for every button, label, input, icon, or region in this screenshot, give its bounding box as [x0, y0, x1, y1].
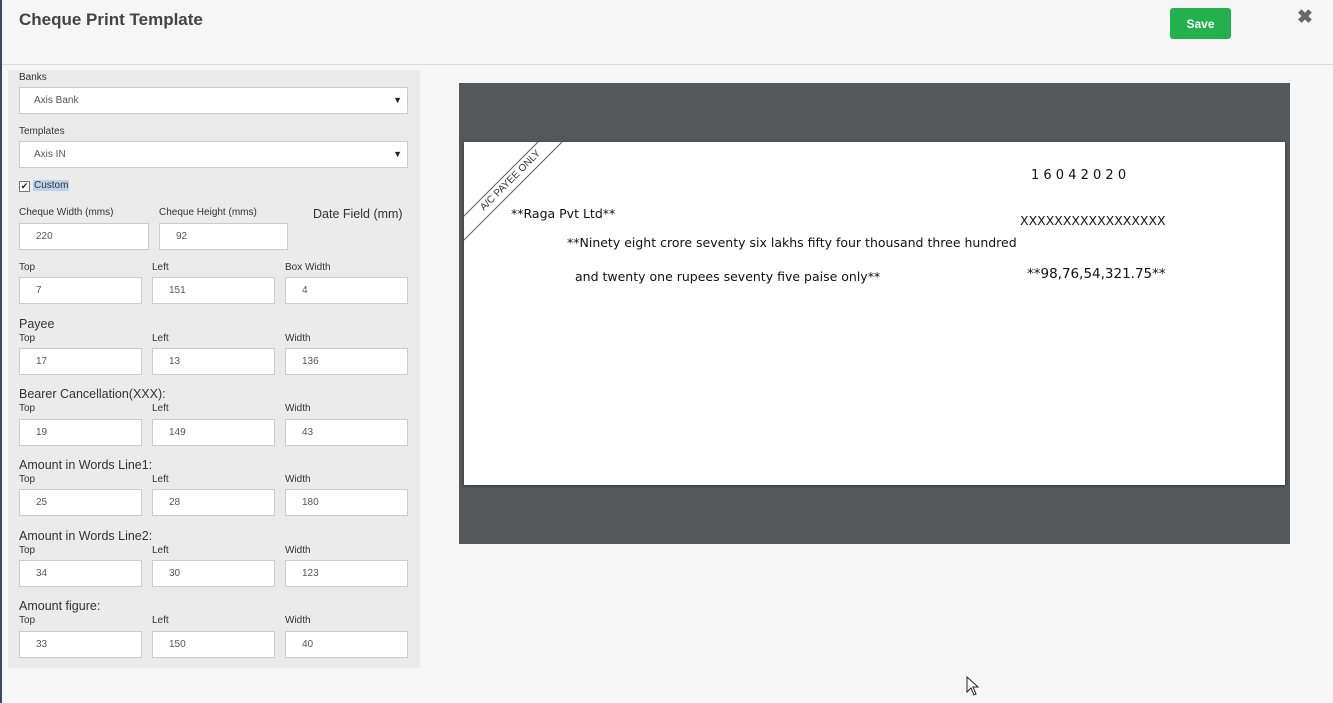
date-box-width-input[interactable]: 4: [285, 277, 408, 304]
caret-down-icon: ▼: [393, 149, 402, 159]
words-line2-width-label: Width: [285, 545, 311, 556]
bearer-width-label: Width: [285, 403, 311, 414]
modal-header: Cheque Print Template Save ✖: [2, 0, 1333, 65]
bearer-top-label: Top: [19, 403, 36, 414]
words-line1-top-input[interactable]: 25: [19, 489, 142, 516]
date-top-label: Top: [19, 262, 36, 273]
cheque-amount-words-line2: and twenty one rupees seventy five paise…: [575, 269, 881, 284]
cheque-height-input[interactable]: 92: [159, 223, 288, 250]
custom-label[interactable]: Custom: [33, 180, 70, 191]
cheque-bearer-cancellation: XXXXXXXXXXXXXXXXX: [1020, 213, 1166, 228]
amount-figure-top-input[interactable]: 33: [19, 631, 142, 658]
words-line1-left-label: Left: [152, 474, 169, 485]
save-button[interactable]: Save: [1170, 8, 1231, 39]
words-line2-left-label: Left: [152, 545, 169, 556]
words-line2-heading: Amount in Words Line2:: [19, 529, 153, 543]
caret-down-icon: ▼: [393, 95, 402, 105]
words-line1-top-label: Top: [19, 474, 36, 485]
amount-figure-heading: Amount figure:: [19, 599, 101, 613]
payee-width-label: Width: [285, 333, 311, 344]
bearer-heading: Bearer Cancellation(XXX):: [19, 387, 166, 401]
payee-top-label: Top: [19, 333, 36, 344]
custom-checkbox[interactable]: ✔: [19, 181, 30, 192]
payee-left-label: Left: [152, 333, 169, 344]
words-line1-left-input[interactable]: 28: [152, 489, 275, 516]
cheque-amount-figure: **98,76,54,321.75**: [1027, 266, 1166, 282]
close-icon[interactable]: ✖: [1295, 8, 1315, 28]
template-settings-panel: Banks Axis Bank ▼ Templates Axis IN ▼ ✔ …: [8, 70, 420, 668]
words-line2-top-label: Top: [19, 545, 36, 556]
window-edge: [0, 0, 2, 703]
payee-left-input[interactable]: 13: [152, 348, 275, 375]
banks-select[interactable]: Axis Bank ▼: [19, 87, 408, 114]
templates-select[interactable]: Axis IN ▼: [19, 141, 408, 168]
amount-figure-width-input[interactable]: 40: [285, 631, 408, 658]
bearer-left-input[interactable]: 149: [152, 419, 275, 446]
payee-heading: Payee: [19, 317, 55, 331]
words-line1-width-label: Width: [285, 474, 311, 485]
words-line2-left-input[interactable]: 30: [152, 560, 275, 587]
cheque-amount-words-line1: **Ninety eight crore seventy six lakhs f…: [567, 235, 1017, 250]
amount-figure-top-label: Top: [19, 615, 36, 626]
words-line2-top-input[interactable]: 34: [19, 560, 142, 587]
amount-figure-left-input[interactable]: 150: [152, 631, 275, 658]
payee-top-input[interactable]: 17: [19, 348, 142, 375]
bearer-top-input[interactable]: 19: [19, 419, 142, 446]
words-line1-heading: Amount in Words Line1:: [19, 458, 153, 472]
cheque-date: 1 6 0 4 2 0 2 0: [1031, 168, 1127, 183]
amount-figure-width-label: Width: [285, 615, 311, 626]
mouse-cursor-icon: [966, 676, 980, 696]
templates-select-value: Axis IN: [34, 149, 66, 160]
cheque-width-label: Cheque Width (mms): [19, 207, 114, 218]
date-left-input[interactable]: 151: [152, 277, 275, 304]
date-left-label: Left: [152, 262, 169, 273]
cheque-height-label: Cheque Height (mms): [159, 207, 257, 218]
date-box-width-label: Box Width: [285, 262, 331, 273]
payee-width-input[interactable]: 136: [285, 348, 408, 375]
words-line1-width-input[interactable]: 180: [285, 489, 408, 516]
amount-figure-left-label: Left: [152, 615, 169, 626]
cheque-payee: **Raga Pvt Ltd**: [511, 206, 616, 221]
banks-label: Banks: [19, 72, 47, 83]
templates-label: Templates: [19, 126, 65, 137]
page-title: Cheque Print Template: [19, 10, 203, 29]
words-line2-width-input[interactable]: 123: [285, 560, 408, 587]
banks-select-value: Axis Bank: [34, 95, 79, 106]
date-top-input[interactable]: 7: [19, 277, 142, 304]
date-field-heading: Date Field (mm): [313, 207, 403, 221]
cheque-width-input[interactable]: 220: [19, 223, 149, 250]
cheque-preview: A/C PAYEE ONLY 1 6 0 4 2 0 2 0 **Raga Pv…: [464, 142, 1285, 485]
bearer-width-input[interactable]: 43: [285, 419, 408, 446]
bearer-left-label: Left: [152, 403, 169, 414]
cheque-preview-area: A/C PAYEE ONLY 1 6 0 4 2 0 2 0 **Raga Pv…: [459, 83, 1290, 544]
ac-payee-ribbon: A/C PAYEE ONLY: [464, 142, 571, 241]
